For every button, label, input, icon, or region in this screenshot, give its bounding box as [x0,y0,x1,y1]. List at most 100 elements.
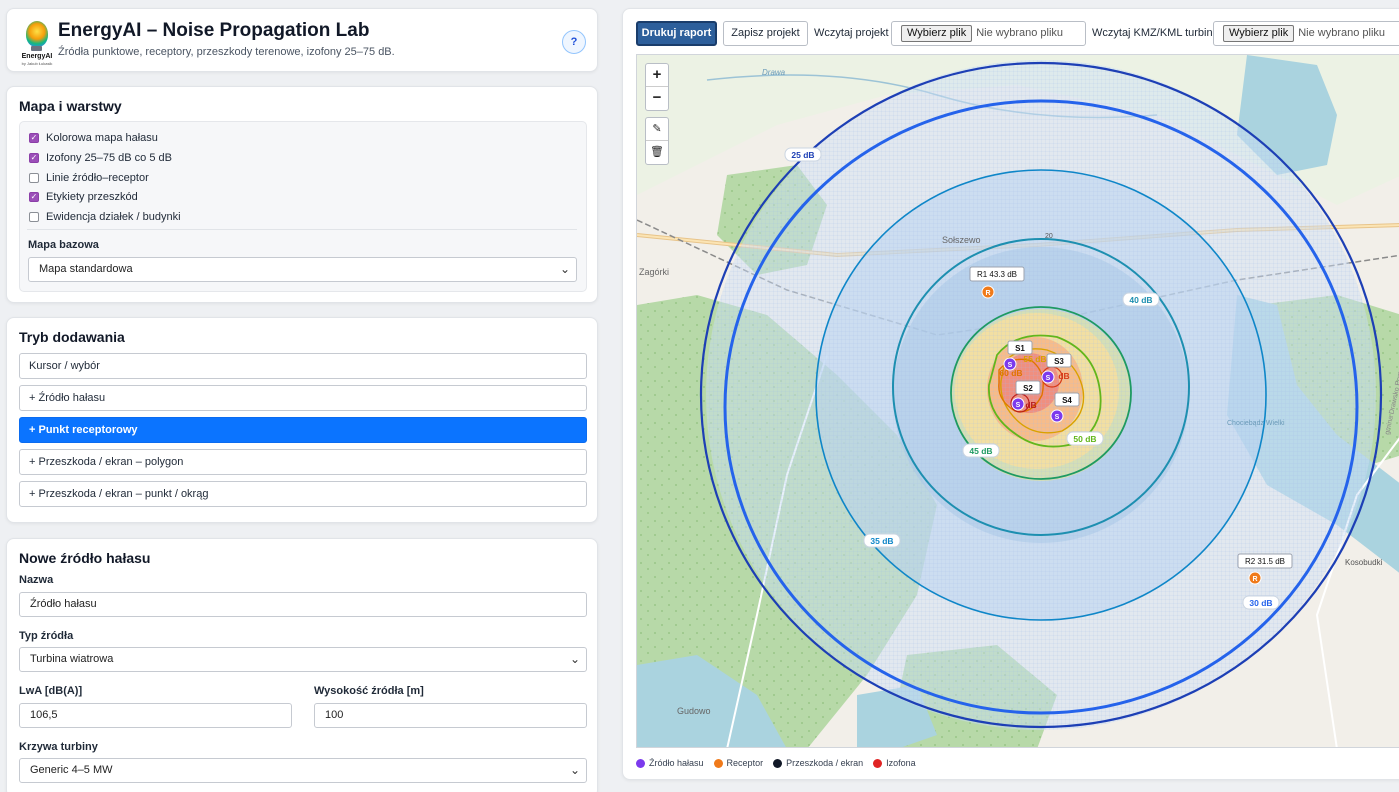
place-label-zagorki: Zagórki [639,267,669,277]
svg-text:S: S [1046,375,1051,382]
obstacle-dot-icon [773,758,783,768]
mode-add-obstacle-point-button[interactable]: + Przeszkoda / ekran – punkt / okrąg [19,481,587,507]
layer-toggle[interactable]: Linie źródło–receptor [29,170,149,186]
load-kmz-label: Wczytaj KMZ/KML turbin [1092,27,1213,39]
type-label: Typ źródła [19,630,74,642]
isophone-label-65: dB [1058,371,1069,381]
road-number: 20 [1045,233,1053,240]
svg-text:dB: dB [1058,371,1069,381]
layer-label: Etykiety przeszkód [46,191,138,203]
mode-cursor-button[interactable]: Kursor / wybór [19,353,587,379]
receptor-dot-icon [713,758,723,768]
isophone-label-35: 35 dB [863,533,901,548]
load-kmz-file-input[interactable]: Wybierz plik Nie wybrano pliku [1213,21,1399,46]
legend-item-receptor: Receptor [713,758,763,768]
mode-title: Tryb dodawania [19,329,125,345]
help-button[interactable]: ? [562,30,586,54]
app-header: EnergyAI by Jakub Łukasik EnergyAI – Noi… [6,8,598,72]
trash-icon[interactable]: 🗑 [646,141,668,164]
layer-label: Ewidencja działek / budynki [46,211,181,223]
isophone-label-45: 45 dB [962,443,1000,458]
checkbox-icon[interactable]: ✓ [29,153,39,163]
isophone-dot-icon [873,758,883,768]
svg-text:R: R [985,290,990,297]
app-subtitle: Źródła punktowe, receptory, przeszkody t… [58,46,395,58]
edit-icon[interactable]: ✎ [646,118,668,141]
source-type-select[interactable]: Turbina wiatrowa ⌄ [19,647,587,672]
mode-add-obstacle-polygon-button[interactable]: + Przeszkoda / ekran – polygon [19,449,587,475]
layer-label: Izofony 25–75 dB co 5 dB [46,152,172,164]
isophone-label-25: 25 dB [784,147,822,162]
curve-label: Krzywa turbiny [19,741,98,753]
svg-text:55 dB: 55 dB [1023,354,1046,364]
svg-text:S: S [1055,414,1060,421]
layer-label: Linie źródło–receptor [46,172,149,184]
mode-panel: Tryb dodawania Kursor / wybór + Źródło h… [6,317,598,523]
layer-toggle[interactable]: Ewidencja działek / budynki [29,209,181,225]
layer-toggle[interactable]: ✓ Izofony 25–75 dB co 5 dB [29,150,172,166]
turbine-curve-select[interactable]: Generic 4–5 MW ⌄ [19,758,587,783]
layer-toggle[interactable]: ✓ Kolorowa mapa hałasu [29,130,158,146]
place-label-kosobudki: Kosobudki [1345,558,1383,567]
height-label: Wysokość źródła [m] [314,685,424,697]
height-input[interactable]: 100 [314,703,587,728]
legend-item-isophone: Izofona [873,758,916,768]
chevron-down-icon: ⌄ [569,652,580,666]
source-name-input[interactable]: Źródło hałasu [19,592,587,617]
lwa-input[interactable]: 106,5 [19,703,292,728]
map-legend: Źródło hałasu Receptor Przeszkoda / ekra… [636,756,926,770]
isophone-label-55: 55 dB [1023,354,1046,364]
basemap-select[interactable]: Mapa standardowa ⌄ [28,257,577,282]
place-label-chociebadz: Chociebądz Wielki [1227,420,1285,427]
chevron-down-icon: ⌄ [559,262,570,276]
isophone-label-30: 30 dB [1242,595,1280,610]
energyai-logo: EnergyAI by Jakub Łukasik [19,21,53,67]
load-project-file-input[interactable]: Wybierz plik Nie wybrano pliku [891,21,1086,46]
isophone-label-40: 40 dB [1122,292,1160,307]
mode-add-source-button[interactable]: + Źródło hałasu [19,385,587,411]
svg-text:30 dB: 30 dB [1249,598,1272,608]
map-panel: Drukuj raport Zapisz projekt Wczytaj pro… [622,8,1399,780]
map-canvas[interactable]: Drawa Zagórki Sołszewo 20 Gudowo Kosobud… [637,55,1399,748]
lwa-label: LwA [dB(A)] [19,685,83,697]
zoom-out-button[interactable]: − [646,87,668,110]
checkbox-icon[interactable]: ✓ [29,192,39,202]
svg-text:S2: S2 [1023,384,1033,393]
save-project-button[interactable]: Zapisz projekt [723,21,808,46]
checkbox-icon[interactable]: ✓ [29,133,39,143]
new-source-panel: Nowe źródło hałasu Nazwa Źródło hałasu T… [6,538,598,792]
svg-text:R: R [1252,576,1257,583]
zoom-in-button[interactable]: + [646,64,668,87]
legend-item-source: Źródło hałasu [636,758,704,768]
svg-text:S4: S4 [1062,396,1072,405]
name-label: Nazwa [19,574,54,586]
choose-file-button[interactable]: Wybierz plik [1223,24,1295,42]
svg-text:R2 31.5 dB: R2 31.5 dB [1245,557,1285,566]
isophone-label-70: dB [1025,400,1036,410]
svg-text:45 dB: 45 dB [969,446,992,456]
svg-text:S1: S1 [1015,344,1025,353]
svg-text:dB: dB [1025,400,1036,410]
checkbox-icon[interactable] [29,212,39,222]
checkbox-icon[interactable] [29,173,39,183]
map-toolbar: Drukuj raport Zapisz projekt Wczytaj pro… [636,21,1399,47]
place-label-gudowo: Gudowo [677,706,711,716]
layers-title: Mapa i warstwy [19,98,122,114]
print-report-button[interactable]: Drukuj raport [636,21,717,46]
svg-text:35 dB: 35 dB [870,536,893,546]
noise-map[interactable]: Drawa Zagórki Sołszewo 20 Gudowo Kosobud… [636,54,1399,748]
zoom-control: + − [645,63,669,111]
layer-toggle[interactable]: ✓ Etykiety przeszkód [29,189,138,205]
mode-add-receptor-button[interactable]: + Punkt receptorowy [19,417,587,443]
isophone-label-50: 50 dB [1066,431,1104,446]
svg-text:R1 43.3 dB: R1 43.3 dB [977,270,1017,279]
svg-text:S: S [1008,362,1013,369]
svg-text:S3: S3 [1054,357,1064,366]
choose-file-button[interactable]: Wybierz plik [901,24,973,42]
svg-text:25 dB: 25 dB [791,150,814,160]
legend-item-obstacle: Przeszkoda / ekran [773,758,863,768]
source-dot-icon [636,758,645,768]
chevron-down-icon: ⌄ [569,763,580,777]
place-label-solszewo: Sołszewo [942,235,981,245]
svg-text:50 dB: 50 dB [1073,434,1096,444]
